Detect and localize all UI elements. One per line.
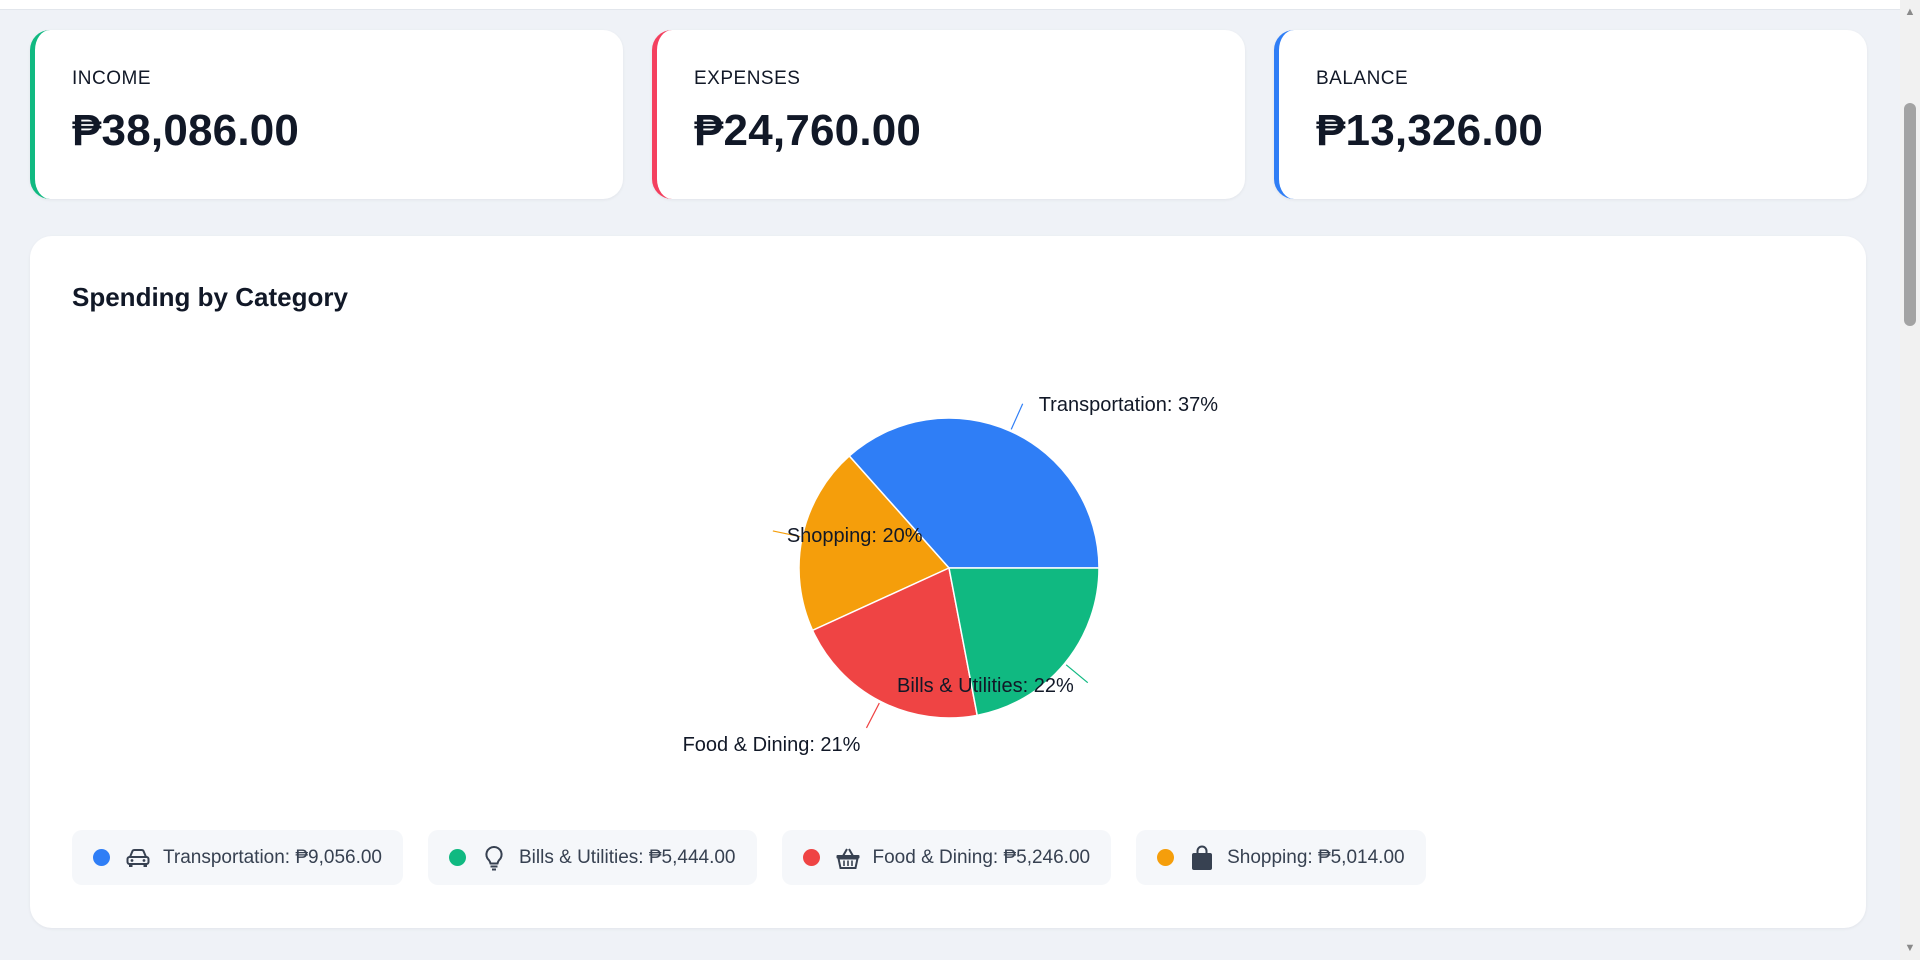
legend-dot-shopping bbox=[1157, 849, 1175, 866]
legend-dot-bills-utilities bbox=[449, 849, 466, 866]
income-card: INCOME ₱38,086.00 bbox=[30, 30, 623, 199]
lightbulb-icon bbox=[480, 844, 508, 872]
scroll-down-arrow-icon[interactable]: ▼ bbox=[1900, 938, 1920, 958]
legend-item-food-dining: Food & Dining: ₱5,246.00 bbox=[781, 830, 1112, 885]
legend-label-shopping: Shopping: ₱5,014.00 bbox=[1227, 846, 1405, 868]
scrollbar-thumb[interactable] bbox=[1904, 103, 1916, 326]
legend-label-food-dining: Food & Dining: ₱5,246.00 bbox=[872, 846, 1091, 868]
spending-chart-card: Spending by Category Transportation: 37%… bbox=[30, 236, 1866, 928]
income-value: ₱38,086.00 bbox=[72, 106, 300, 155]
basket-icon bbox=[834, 844, 862, 872]
pie-leader-food-dining bbox=[865, 702, 880, 729]
pie-label-transportation: Transportation: 37% bbox=[1039, 394, 1219, 416]
balance-label: BALANCE bbox=[1316, 68, 1409, 89]
shopping-bag-icon bbox=[1188, 844, 1216, 872]
legend-item-shopping: Shopping: ₱5,014.00 bbox=[1136, 830, 1426, 885]
legend-dot-transportation bbox=[93, 849, 110, 866]
expenses-card: EXPENSES ₱24,760.00 bbox=[652, 30, 1245, 199]
vertical-scrollbar[interactable]: ▲ ▼ bbox=[1900, 0, 1920, 960]
balance-value: ₱13,326.00 bbox=[1316, 106, 1544, 155]
income-label: INCOME bbox=[72, 68, 151, 89]
legend-dot-food-dining bbox=[802, 849, 820, 866]
balance-card: BALANCE ₱13,326.00 bbox=[1274, 30, 1867, 199]
legend-item-bills-utilities: Bills & Utilities: ₱5,444.00 bbox=[428, 830, 757, 885]
legend-label-bills-utilities: Bills & Utilities: ₱5,444.00 bbox=[519, 846, 736, 868]
legend-item-transportation: Transportation: ₱9,056.00 bbox=[72, 830, 403, 885]
pie-leader-transportation bbox=[1010, 403, 1024, 430]
legend-label-transportation: Transportation: ₱9,056.00 bbox=[163, 846, 382, 868]
scroll-up-arrow-icon[interactable]: ▲ bbox=[1900, 2, 1920, 22]
expenses-value: ₱24,760.00 bbox=[694, 106, 922, 155]
pie-label-shopping: Shopping: 20% bbox=[787, 525, 923, 547]
car-icon bbox=[124, 844, 152, 872]
pie-label-bills-utilities: Bills & Utilities: 22% bbox=[897, 675, 1074, 697]
top-bar bbox=[0, 0, 1900, 10]
pie-chart: Transportation: 37% Shopping: 20% Food & D… bbox=[683, 394, 1219, 756]
chart-legend: Transportation: ₱9,056.00 Bills & Utilit… bbox=[72, 830, 1426, 885]
pie-label-food-dining: Food & Dining: 21% bbox=[683, 734, 861, 756]
expenses-label: EXPENSES bbox=[694, 68, 801, 89]
